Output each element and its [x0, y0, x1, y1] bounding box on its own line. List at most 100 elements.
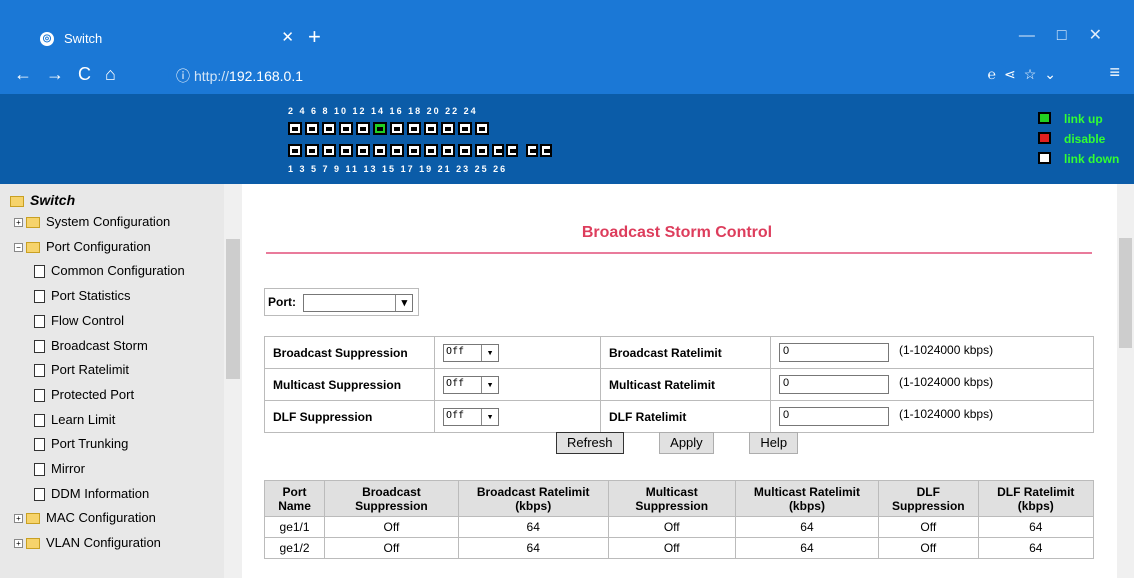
port-icon[interactable]: [288, 122, 302, 135]
suppression-label: DLF Suppression: [264, 400, 435, 433]
port-icon[interactable]: [424, 122, 438, 135]
expand-icon[interactable]: +: [14, 218, 23, 228]
close-tab-icon[interactable]: ✕: [281, 28, 294, 46]
sidebar-item[interactable]: DDM Information: [34, 482, 149, 506]
sidebar-item[interactable]: Flow Control: [34, 309, 124, 333]
port-icon[interactable]: [373, 122, 387, 135]
sidebar-item[interactable]: Port Trunking: [34, 432, 128, 456]
refresh-button[interactable]: Refresh: [556, 432, 624, 454]
table-cell: ge1/2: [263, 537, 326, 559]
address-bar[interactable]: ⓘ http://192.168.0.1: [168, 63, 1008, 87]
port-icon[interactable]: [475, 144, 489, 157]
main-scrollbar[interactable]: [1117, 184, 1134, 578]
document-icon: [34, 290, 45, 304]
port-banner: 2 4 6 8 10 12 14 16 18 20 22 24 1 3 5 7 …: [0, 94, 1134, 184]
page-title: Broadcast Storm Control: [581, 224, 773, 241]
sidebar-item[interactable]: Port Statistics: [34, 284, 130, 308]
port-selector-row: Port: ▾: [264, 288, 419, 316]
ratelimit-label: Broadcast Ratelimit: [600, 336, 771, 369]
port-icon[interactable]: [390, 144, 404, 157]
sfp-port-icon[interactable]: [540, 144, 552, 157]
tree-root[interactable]: Switch: [10, 188, 75, 212]
ratelimit-label-text: Broadcast Ratelimit: [609, 345, 722, 360]
port-icon[interactable]: [441, 122, 455, 135]
sidebar-item-label: Port Trunking: [51, 436, 129, 452]
window-controls[interactable]: —□✕: [1019, 25, 1124, 45]
sidebar-item[interactable]: + System Configuration: [14, 210, 170, 234]
port-icon[interactable]: [407, 144, 421, 157]
sfp-port-icon[interactable]: [492, 144, 504, 157]
port-icon[interactable]: [322, 144, 336, 157]
port-icon[interactable]: [305, 144, 319, 157]
sidebar-item[interactable]: Port Ratelimit: [34, 358, 129, 382]
port-icon[interactable]: [407, 122, 421, 135]
ratelimit-input[interactable]: 0: [779, 407, 889, 426]
port-icon[interactable]: [475, 122, 489, 135]
folder-icon: [26, 538, 40, 550]
main-content: Broadcast Storm Control Port: ▾ Broadcas…: [242, 184, 1134, 578]
port-icon[interactable]: [356, 122, 370, 135]
ratelimit-cell: 0 (1-1024000 kbps): [770, 368, 1094, 401]
suppression-value: Off: [446, 409, 465, 421]
globe-icon: ◎: [40, 32, 54, 46]
port-icon[interactable]: [288, 144, 302, 157]
nav-buttons[interactable]: ←→C⌂: [14, 64, 130, 85]
ratelimit-input[interactable]: 0: [779, 375, 889, 394]
port-icon[interactable]: [458, 144, 472, 157]
chevron-down-icon: ▾: [481, 408, 498, 425]
sidebar-item-label: Port Statistics: [51, 288, 131, 304]
suppression-label-text: Broadcast Suppression: [273, 345, 408, 360]
expand-icon[interactable]: +: [14, 514, 23, 524]
port-icon[interactable]: [356, 144, 370, 157]
sfp-port-icon[interactable]: [526, 144, 538, 157]
sidebar-item-label: Learn Limit: [51, 411, 116, 427]
port-select[interactable]: ▾: [303, 294, 414, 312]
ratelimit-cell: 0 (1-1024000 kbps): [770, 336, 1094, 369]
port-icon[interactable]: [441, 144, 455, 157]
sidebar-item[interactable]: Broadcast Storm: [34, 334, 148, 358]
port-numbers-bottom: 1 3 5 7 9 11 13 15 17 19 21 23 25 26: [288, 164, 508, 174]
menu-icon[interactable]: ≡: [1109, 62, 1120, 83]
toolbar-icons[interactable]: ℮⋖☆⌄: [988, 66, 1064, 83]
sfp-port-icon[interactable]: [506, 144, 518, 157]
sidebar-item[interactable]: + MAC Configuration: [14, 506, 156, 530]
chevron-down-icon: ▾: [395, 295, 412, 311]
sidebar-item[interactable]: Protected Port: [34, 383, 134, 407]
link-up-icon: [1038, 112, 1051, 124]
sidebar-item[interactable]: − Port Configuration: [14, 235, 151, 259]
ratelimit-input[interactable]: 0: [779, 343, 889, 362]
sidebar-item[interactable]: Common Configuration: [34, 259, 185, 283]
sidebar-item-label: Protected Port: [51, 386, 135, 402]
scrollbar-thumb[interactable]: [1119, 238, 1132, 348]
port-icon[interactable]: [424, 144, 438, 157]
column-header: Multicast Ratelimit (kbps): [734, 480, 880, 517]
ratelimit-label: Multicast Ratelimit: [600, 368, 771, 401]
sidebar-item[interactable]: Learn Limit: [34, 408, 115, 432]
sidebar-item[interactable]: + VLAN Configuration: [14, 531, 161, 555]
suppression-select[interactable]: Off ▾: [443, 407, 499, 426]
port-icon[interactable]: [305, 122, 319, 135]
port-icon[interactable]: [458, 122, 472, 135]
chevron-down-icon: ▾: [481, 344, 498, 361]
sidebar-item[interactable]: Mirror: [34, 457, 85, 481]
new-tab-button[interactable]: +: [308, 24, 321, 50]
suppression-select[interactable]: Off ▾: [443, 375, 499, 394]
expand-icon[interactable]: +: [14, 539, 23, 549]
port-icon[interactable]: [390, 122, 404, 135]
port-icon[interactable]: [339, 122, 353, 135]
legend-disable: disable: [1064, 132, 1106, 146]
port-icon[interactable]: [322, 122, 336, 135]
suppression-select[interactable]: Off ▾: [443, 343, 499, 362]
sidebar-scrollbar[interactable]: [224, 184, 242, 578]
help-button[interactable]: Help: [749, 432, 799, 454]
port-icon[interactable]: [339, 144, 353, 157]
config-row: Broadcast Suppression Off ▾ Broadcast Ratel…: [264, 336, 1094, 369]
apply-button[interactable]: Apply: [659, 432, 714, 454]
folder-open-icon: [10, 195, 24, 207]
port-icon[interactable]: [373, 144, 387, 157]
folder-icon: [26, 217, 40, 229]
browser-tab[interactable]: ◎ Switch ✕: [30, 26, 298, 57]
nav-tree: Switch + System Configuration − Port Config…: [0, 184, 224, 578]
collapse-icon[interactable]: −: [14, 242, 23, 252]
scrollbar-thumb[interactable]: [226, 239, 240, 379]
